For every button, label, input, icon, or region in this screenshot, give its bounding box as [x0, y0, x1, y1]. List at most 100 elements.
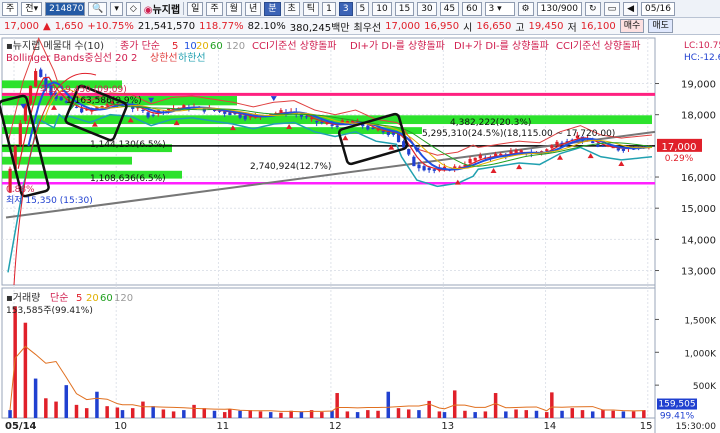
sell-button[interactable]: 매도: [648, 19, 673, 33]
volume-bar: [442, 412, 447, 418]
time-axis-label: 13: [441, 421, 454, 432]
volume-bar: [120, 410, 125, 418]
legend-lc-value: LC:10.75: [684, 41, 720, 51]
legend-close-label: 종가 단순: [120, 40, 160, 52]
market-select[interactable]: 전▾: [21, 1, 43, 16]
candle-body: [371, 127, 375, 129]
interval-1-button[interactable]: 1: [322, 1, 336, 16]
volume-bar: [44, 398, 48, 418]
low-price: 16,100: [580, 20, 616, 32]
volume-legend-ma: 5: [76, 293, 82, 304]
interval-30-button[interactable]: 30: [417, 1, 437, 16]
period-minute-button[interactable]: 분: [264, 1, 281, 16]
volume-bar: [330, 410, 334, 418]
candle-body: [243, 115, 247, 120]
volume-max-note: 153,585주(99.41%): [6, 305, 93, 316]
volume-profile-label: 1,144,130(6.5%): [90, 140, 166, 150]
candle-body: [391, 132, 396, 135]
period-month-button[interactable]: 월: [225, 1, 242, 16]
time-axis-label: 12: [329, 421, 342, 432]
low-pct-annotation: 0.88%: [6, 185, 35, 195]
interval-15-button[interactable]: 15: [394, 1, 415, 16]
buy-button[interactable]: 매수: [619, 19, 645, 33]
volume-bar: [452, 390, 457, 418]
volume-bar: [299, 411, 304, 418]
order-toolbar: 주 전▾ 214870 🔍 ▾ ◇ ◉뉴지랩 일 주 월 년 분 초 틱 1 3…: [0, 0, 720, 18]
candle-body: [146, 112, 150, 118]
refresh-icon[interactable]: ↻: [585, 1, 601, 16]
volume-bar: [396, 408, 401, 418]
time-axis-label: 14: [544, 421, 557, 432]
stock-code-input[interactable]: 214870: [45, 1, 86, 16]
high-annotation: 최고 19,450 (09:09): [40, 84, 127, 95]
stock-chart[interactable]: ▪뉴지랩 메물대 수(10) 종가 단순 5 10 20 60 120 CCI기준선 상향돌파…: [0, 35, 720, 433]
high-label: 고: [515, 22, 525, 34]
candle-body: [381, 131, 385, 133]
high-price: 19,450: [528, 20, 564, 32]
volume-bar: [84, 408, 89, 418]
candle-body: [402, 141, 406, 148]
candle-body: [519, 150, 523, 153]
quote-bar: 17,000 ▲ 1,650 +10.75% 21,541,570 118.77…: [0, 18, 720, 35]
volume-last-pct: 99.41%: [660, 412, 695, 422]
volume-bar: [130, 408, 135, 418]
volume-bar: [268, 412, 273, 418]
nav-prev-icon[interactable]: ◀: [623, 1, 638, 16]
volume-bar: [182, 410, 186, 418]
stock-menu-icon[interactable]: ▾: [110, 1, 123, 16]
lock-icon[interactable]: ▭: [603, 1, 621, 16]
volume-bar: [105, 406, 109, 418]
volume-bar: [320, 412, 324, 418]
current-price: 17,000: [4, 20, 39, 32]
candle-body: [621, 148, 626, 151]
candle-body: [366, 125, 370, 130]
volume-axis-label: 500K: [693, 382, 717, 392]
mode-prefix[interactable]: 주: [2, 1, 19, 16]
interval-3-button[interactable]: 3: [338, 1, 353, 16]
price-change-pct: +10.75%: [87, 20, 134, 32]
date-input[interactable]: 05/16: [641, 1, 675, 16]
volume-bar: [550, 392, 554, 418]
candle-body: [509, 151, 513, 154]
volume-bar: [222, 412, 227, 418]
candle-body: [514, 150, 518, 153]
candle-body: [432, 169, 436, 171]
volume-bar: [212, 410, 217, 418]
search-icon[interactable]: 🔍: [88, 1, 108, 16]
period-tick-button[interactable]: 틱: [302, 1, 320, 16]
candle-body: [555, 141, 559, 146]
current-price-pct: 0.29%: [665, 154, 694, 164]
candle-body: [59, 97, 63, 101]
volume-bar: [161, 409, 166, 418]
count-display[interactable]: 130/900: [536, 1, 583, 16]
interval-select[interactable]: 3 ▾: [484, 1, 515, 16]
settings-icon[interactable]: ⚙: [517, 1, 534, 16]
interval-45-button[interactable]: 45: [439, 1, 460, 16]
period-second-button[interactable]: 초: [283, 1, 300, 16]
period-year-button[interactable]: 년: [244, 1, 262, 16]
legend-upper-band: 상한선: [150, 52, 178, 64]
volume-bar: [202, 408, 207, 418]
volume-bar: [580, 410, 585, 418]
price-axis-label: 18,000: [681, 111, 716, 122]
period-day-button[interactable]: 일: [187, 1, 204, 16]
period-week-button[interactable]: 주: [206, 1, 223, 16]
candle-body: [422, 166, 426, 171]
trade-amount: 380,245백만: [289, 22, 350, 34]
interval-60-button[interactable]: 60: [462, 1, 482, 16]
volume-bar: [631, 411, 636, 418]
volume-bar: [115, 407, 120, 418]
volume-bar: [544, 412, 549, 418]
favorites-icon[interactable]: ◇: [125, 1, 141, 16]
candle-body: [80, 108, 84, 113]
candle-body: [223, 111, 227, 114]
interval-10-button[interactable]: 10: [372, 1, 392, 16]
volume-bar: [95, 391, 99, 418]
price-axis-label: 16,000: [681, 173, 716, 184]
candle-body: [141, 110, 145, 112]
legend-lower-band: 하한선: [178, 51, 206, 64]
candle-body: [407, 148, 411, 155]
volume-bar: [463, 410, 467, 418]
interval-5-button[interactable]: 5: [355, 1, 370, 16]
volume-bar: [376, 410, 380, 418]
